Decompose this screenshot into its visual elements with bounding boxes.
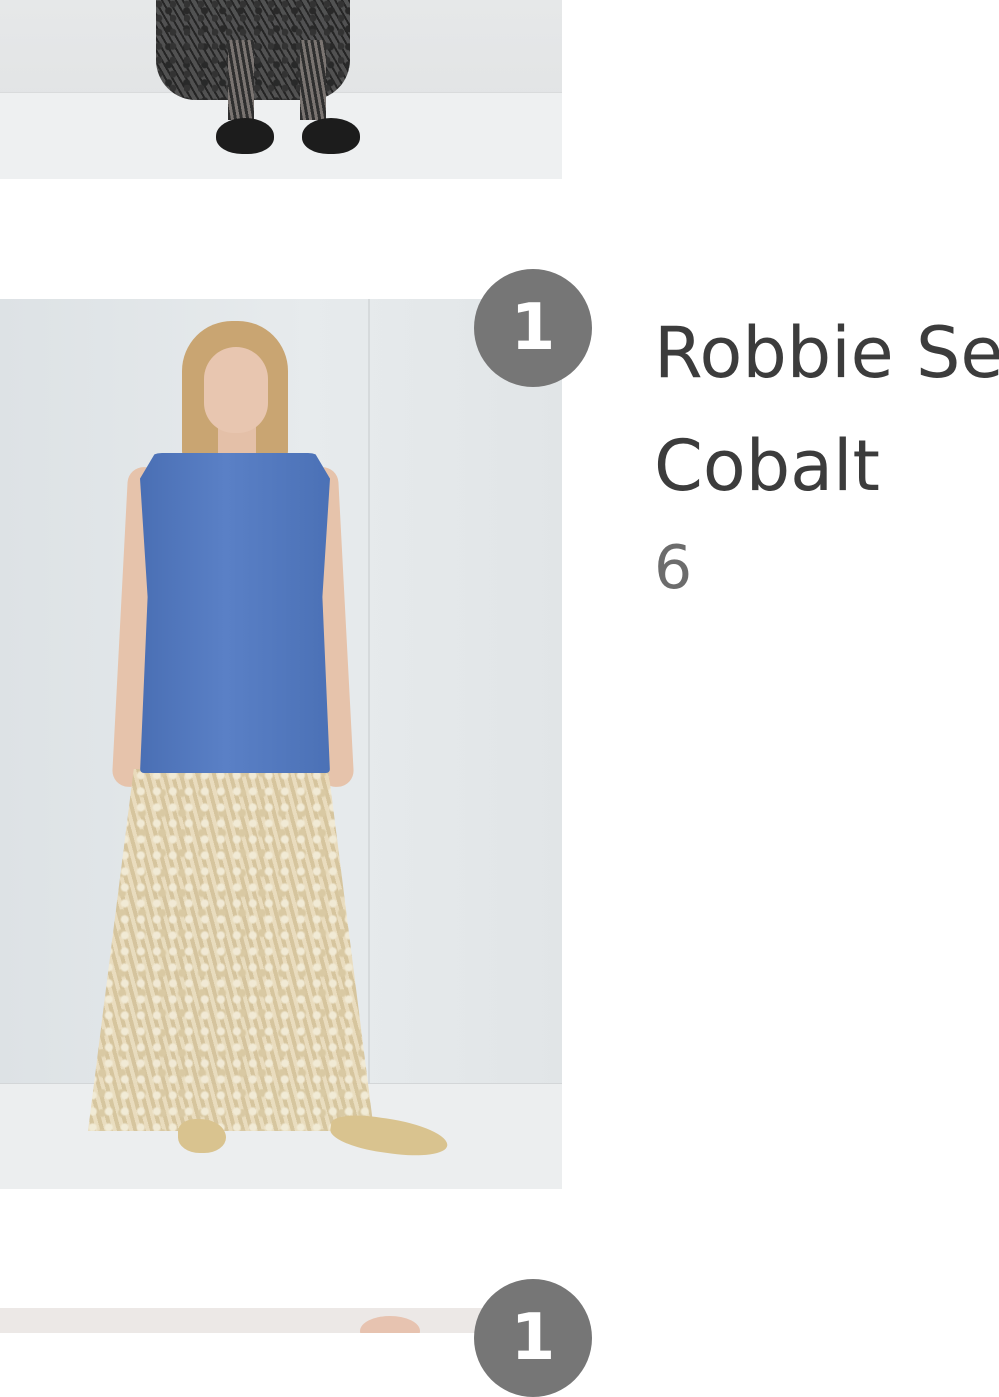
image-floor	[0, 92, 562, 179]
leg-left	[228, 40, 254, 120]
product-color: Cobalt	[654, 425, 880, 507]
sequin-skirt	[88, 769, 374, 1131]
quantity-badge: 1	[474, 269, 592, 387]
sandal-left	[216, 118, 274, 154]
product-image-previous[interactable]	[0, 0, 562, 179]
cobalt-bodice	[140, 453, 330, 773]
sandal-right	[302, 118, 360, 154]
wall-seam	[368, 299, 370, 1189]
model-skin	[360, 1316, 420, 1333]
product-details: Robbie Sequin Cobalt 6	[654, 318, 999, 598]
product-name[interactable]: Robbie Sequin	[654, 318, 999, 394]
model-face	[204, 347, 268, 433]
quantity-badge: 1	[474, 1279, 592, 1397]
product-size: 6	[654, 533, 693, 598]
leg-right	[300, 40, 326, 120]
product-image-robbie-sequin[interactable]	[0, 299, 562, 1189]
shoe-left	[178, 1119, 226, 1153]
